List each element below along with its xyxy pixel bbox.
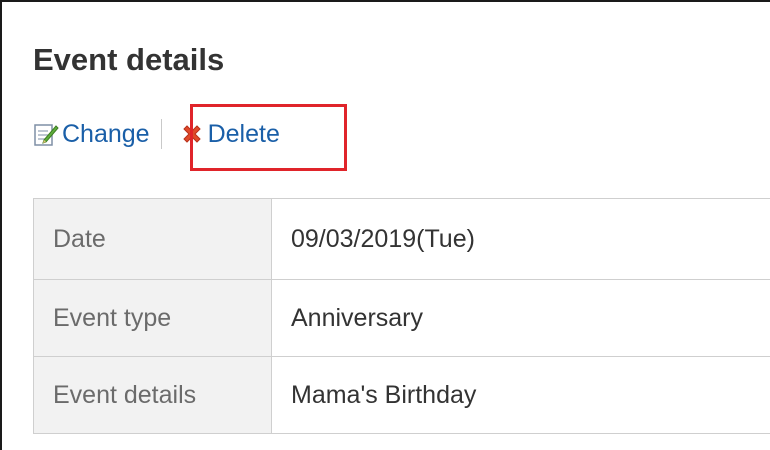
page-title: Event details xyxy=(33,42,225,77)
toolbar-divider xyxy=(160,119,162,149)
content-panel: Event details Change Delete Date 09/03/2… xyxy=(0,0,770,450)
edit-icon xyxy=(33,121,59,147)
event-details-table: Date 09/03/2019(Tue) Event type Annivers… xyxy=(33,198,770,434)
table-row: Date 09/03/2019(Tue) xyxy=(33,198,770,280)
table-row: Event details Mama's Birthday xyxy=(33,356,770,434)
row-value: 09/03/2019(Tue) xyxy=(271,198,770,280)
row-value: Mama's Birthday xyxy=(271,356,770,434)
change-button[interactable]: Change xyxy=(33,120,150,149)
row-value: Anniversary xyxy=(271,279,770,357)
row-label: Event type xyxy=(33,279,272,357)
change-label: Change xyxy=(62,119,150,148)
delete-button[interactable]: Delete xyxy=(179,120,280,149)
delete-label: Delete xyxy=(207,119,280,148)
action-toolbar: Change Delete xyxy=(33,115,280,153)
row-label: Event details xyxy=(33,356,272,434)
row-label: Date xyxy=(33,198,272,280)
delete-x-icon xyxy=(179,121,205,147)
table-row: Event type Anniversary xyxy=(33,279,770,357)
